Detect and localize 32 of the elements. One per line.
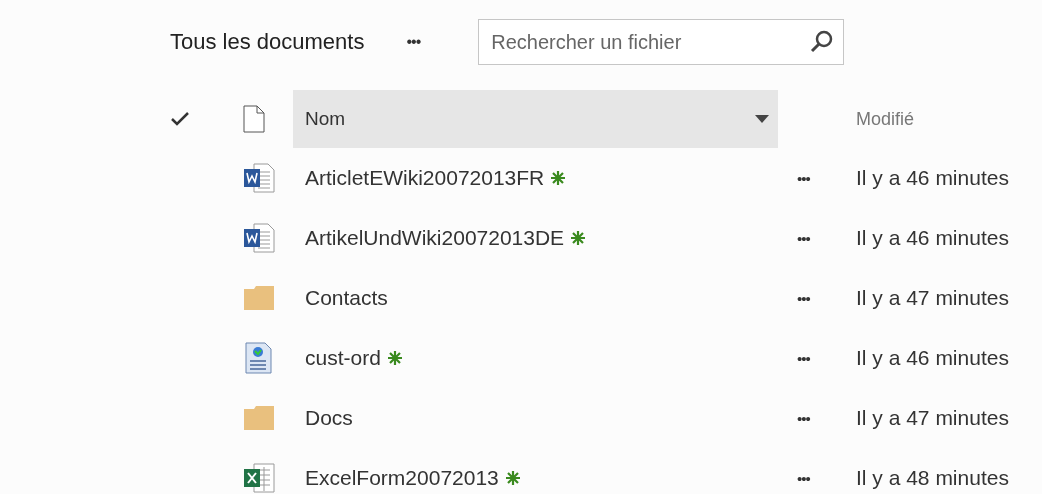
more-options[interactable]: ••• xyxy=(797,289,810,307)
more-options[interactable]: ••• xyxy=(406,33,421,51)
modified-time: Il y a 48 minutes xyxy=(856,466,1009,490)
view-title[interactable]: Tous les documents xyxy=(170,29,365,55)
document-icon xyxy=(243,105,265,133)
name-column-header[interactable]: Nom xyxy=(293,90,778,148)
web-page-icon xyxy=(243,342,273,374)
file-name-link[interactable]: ArtikelUndWiki20072013DE xyxy=(305,226,565,250)
modified-time: Il y a 47 minutes xyxy=(856,406,1009,430)
file-name-link[interactable]: ExcelForm20072013 xyxy=(305,466,499,490)
word-document-icon xyxy=(243,163,275,193)
more-options[interactable]: ••• xyxy=(797,349,810,367)
word-document-icon xyxy=(243,223,275,253)
modified-column-header[interactable]: Modifié xyxy=(856,108,915,130)
caret-icon[interactable] xyxy=(754,114,770,124)
more-options[interactable]: ••• xyxy=(797,169,810,187)
file-name-link[interactable]: Contacts xyxy=(305,286,388,310)
more-options[interactable]: ••• xyxy=(797,469,810,487)
more-options[interactable]: ••• xyxy=(797,409,810,427)
folder-icon xyxy=(243,285,275,311)
file-name-link[interactable]: cust-ord xyxy=(305,346,381,370)
more-options[interactable]: ••• xyxy=(797,229,810,247)
modified-time: Il y a 46 minutes xyxy=(856,346,1009,370)
checkmark-icon[interactable] xyxy=(170,111,190,127)
folder-icon xyxy=(243,405,275,431)
modified-time: Il y a 46 minutes xyxy=(856,226,1009,250)
search-field[interactable]: Rechercher un fichier xyxy=(478,19,845,65)
file-name-link[interactable]: ArticletEWiki20072013FR xyxy=(305,166,545,190)
modified-time: Il y a 46 minutes xyxy=(856,166,1009,190)
file-name-link[interactable]: Docs xyxy=(305,406,353,430)
modified-time: Il y a 47 minutes xyxy=(856,286,1009,310)
search-icon[interactable] xyxy=(810,30,835,54)
